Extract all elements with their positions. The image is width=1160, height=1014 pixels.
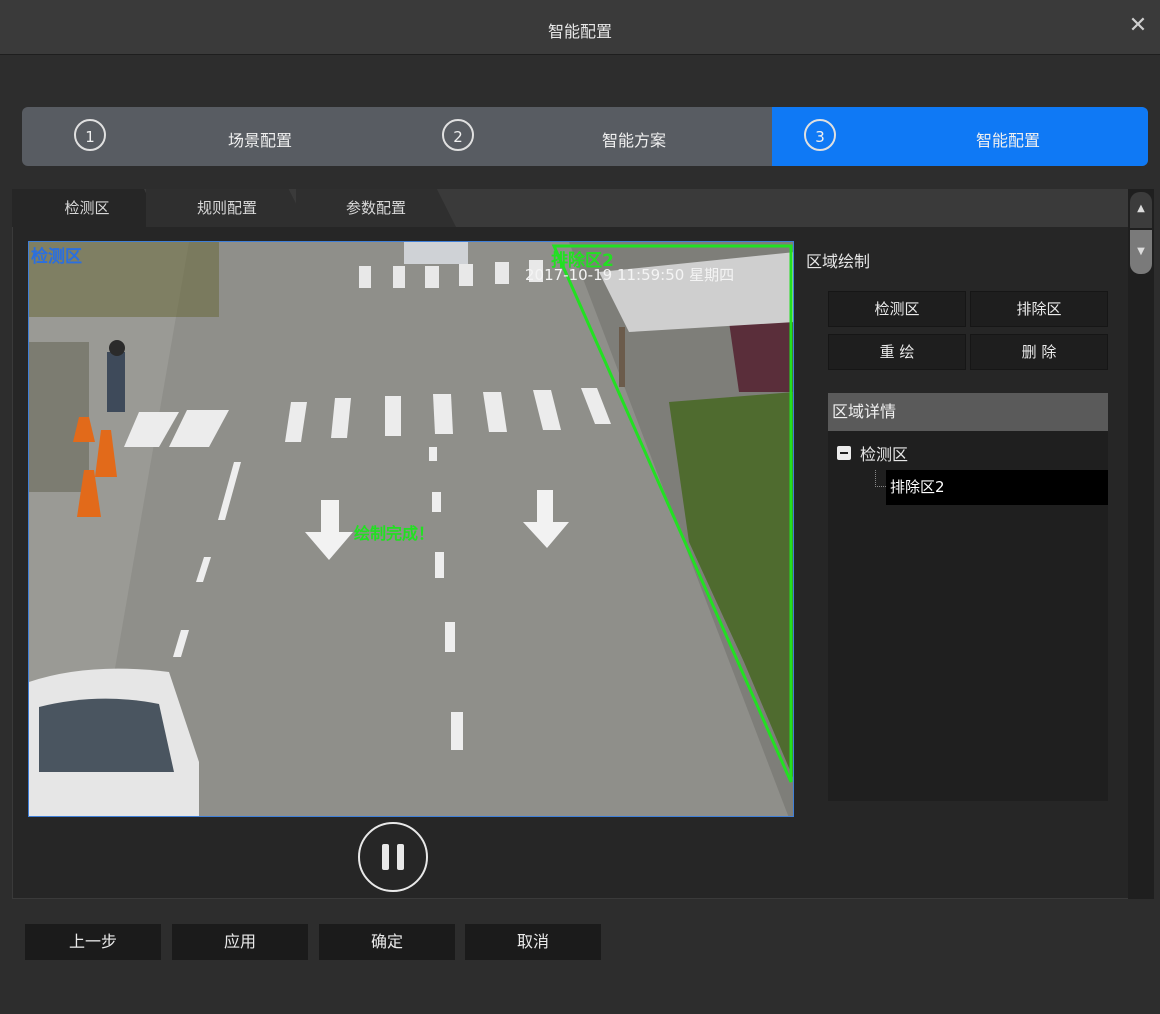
step-3-label: 智能配置 (976, 131, 1041, 150)
tab-param-config[interactable]: 参数配置 (296, 189, 456, 227)
draw-exclude-area-button[interactable]: 排除区 (970, 291, 1108, 327)
redraw-button[interactable]: 重 绘 (828, 334, 966, 370)
step-1[interactable]: 1 场景配置 (22, 107, 398, 166)
tab-rule-config-label: 规则配置 (196, 199, 257, 217)
scroll-up-icon[interactable]: ▲ (1130, 192, 1152, 228)
detect-area-overlay-label: 检测区 (31, 247, 82, 267)
pause-button[interactable] (358, 822, 428, 892)
tree-connector (875, 470, 886, 487)
video-timestamp: 2017-10-19 11:59:50 星期四 (525, 266, 735, 284)
tree-node-exclude-area-2[interactable]: 排除区2 (886, 470, 1108, 505)
step-3[interactable]: 3 智能配置 (772, 107, 1148, 166)
step-3-number: 3 (804, 119, 836, 151)
pause-icon (382, 844, 389, 870)
scroll-thumb[interactable]: ▼ (1130, 230, 1152, 274)
tab-detect-area-label: 检测区 (64, 199, 110, 217)
ok-button[interactable]: 确定 (319, 924, 455, 960)
step-2-number: 2 (442, 119, 474, 151)
prev-step-button[interactable]: 上一步 (25, 924, 161, 960)
step-2-label: 智能方案 (602, 131, 667, 150)
step-progress: 1 场景配置 2 智能方案 3 智能配置 (22, 107, 1148, 166)
tab-rule-config[interactable]: 规则配置 (146, 189, 308, 227)
area-details-title: 区域详情 (828, 393, 1108, 431)
tab-detect-area[interactable]: 检测区 (12, 189, 162, 227)
scrollbar[interactable] (1128, 189, 1154, 899)
step-1-number: 1 (74, 119, 106, 151)
step-2[interactable]: 2 智能方案 (398, 107, 772, 166)
cancel-button[interactable]: 取消 (465, 924, 601, 960)
close-icon[interactable]: ✕ (1126, 14, 1150, 38)
apply-button[interactable]: 应用 (172, 924, 308, 960)
collapse-icon[interactable] (837, 446, 851, 460)
title-bar: 智能配置 (0, 0, 1160, 55)
window-title: 智能配置 (547, 22, 612, 41)
tab-param-config-label: 参数配置 (345, 199, 406, 217)
delete-button[interactable]: 删 除 (970, 334, 1108, 370)
step-1-label: 场景配置 (228, 131, 293, 150)
video-preview[interactable]: 检测区 排除区2 2017-10-19 11:59:50 星期四 绘制完成！ (28, 241, 794, 817)
pause-icon-bar (397, 844, 404, 870)
area-draw-title: 区域绘制 (806, 252, 871, 271)
draw-status-text: 绘制完成！ (354, 524, 435, 543)
tree-node-detect-area[interactable]: 检测区 (860, 441, 908, 465)
draw-detect-area-button[interactable]: 检测区 (828, 291, 966, 327)
